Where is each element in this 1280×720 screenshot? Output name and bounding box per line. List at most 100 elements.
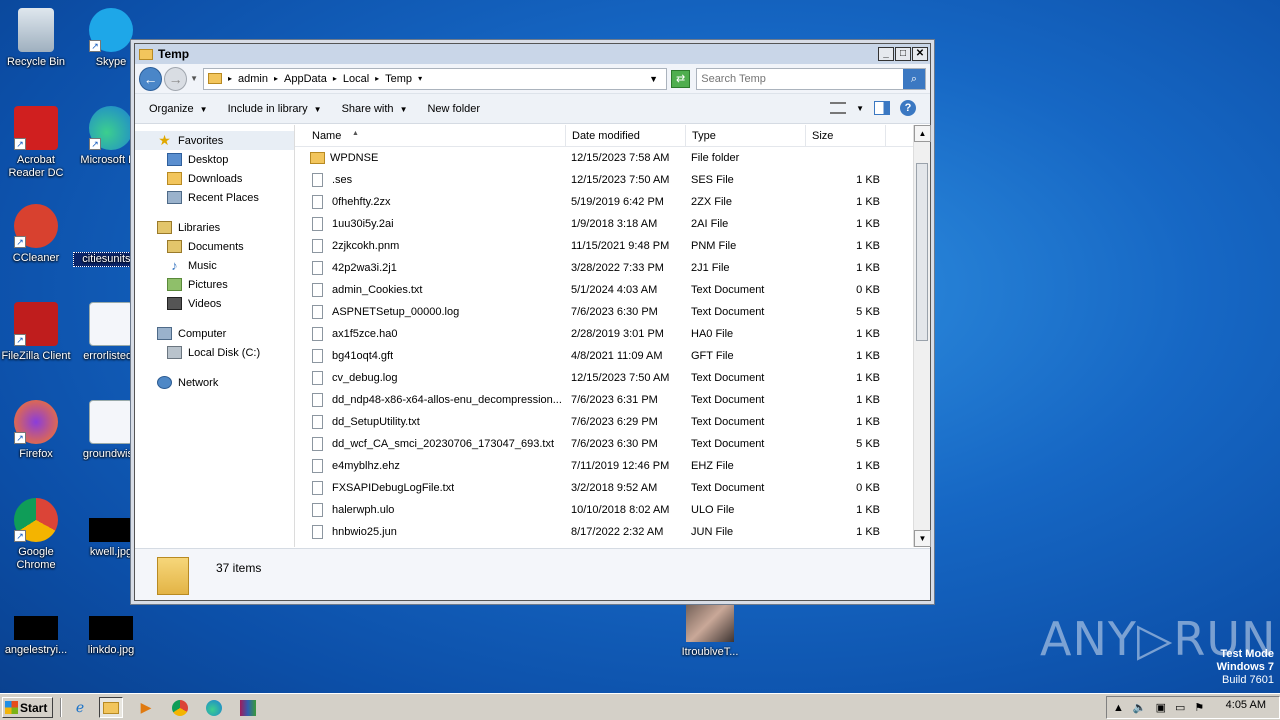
taskbar-explorer-button[interactable]: [99, 697, 123, 718]
maximize-button[interactable]: □: [895, 47, 911, 61]
organize-button[interactable]: Organize ▼: [149, 103, 208, 115]
desktop-icon-chrome[interactable]: ↗ Google Chrome: [0, 498, 74, 572]
network-status-icon[interactable]: ▣: [1156, 701, 1166, 714]
history-dropdown-icon[interactable]: ▼: [190, 74, 198, 83]
file-row[interactable]: halerwph.ulo 10/10/2018 8:02 AM ULO File 1 …: [295, 499, 912, 521]
nav-local-disk[interactable]: Local Disk (C:): [135, 343, 294, 362]
search-button[interactable]: ⌕: [902, 68, 925, 89]
file-row[interactable]: 0fhehfty.2zx 5/19/2019 6:42 PM 2ZX File 1 K…: [295, 191, 912, 213]
nav-downloads[interactable]: Downloads: [135, 169, 294, 188]
scroll-down-button[interactable]: ▼: [914, 530, 931, 547]
file-size: 1 KB: [856, 218, 880, 230]
taskbar-chrome-button[interactable]: [168, 697, 192, 718]
address-dropdown-icon[interactable]: ▼: [649, 74, 658, 84]
breadcrumb-admin[interactable]: admin: [238, 73, 268, 85]
view-dropdown-icon[interactable]: ▼: [856, 104, 864, 113]
preview-pane-icon[interactable]: [874, 101, 890, 115]
scroll-thumb[interactable]: [916, 163, 928, 341]
breadcrumb-chevron-icon[interactable]: ▸: [375, 74, 379, 83]
star-icon: ★: [158, 132, 171, 148]
help-icon[interactable]: ?: [900, 100, 916, 116]
file-row[interactable]: bg41oqt4.gft 4/8/2021 11:09 AM GFT File 1 K…: [295, 345, 912, 367]
folder-row[interactable]: WPDNSE 12/15/2023 7:58 AM File folder: [295, 147, 912, 169]
nav-videos[interactable]: Videos: [135, 294, 294, 313]
desktop-icon-linkdo[interactable]: linkdo.jpg: [73, 596, 149, 657]
search-box[interactable]: ⌕: [696, 67, 926, 90]
scroll-up-button[interactable]: ▲: [914, 125, 931, 142]
nav-label: Music: [188, 259, 217, 272]
desktop-icon-recycle-bin[interactable]: Recycle Bin: [0, 8, 74, 69]
column-header-size[interactable]: Size: [806, 125, 886, 146]
file-row[interactable]: ASPNETSetup_00000.log 7/6/2023 6:30 PM Tex…: [295, 301, 912, 323]
file-row[interactable]: dd_SetupUtility.txt 7/6/2023 6:29 PM Text …: [295, 411, 912, 433]
file-row[interactable]: 2zjkcokh.pnm 11/15/2021 9:48 PM PNM File 1 …: [295, 235, 912, 257]
nav-music[interactable]: ♪ Music: [135, 256, 294, 275]
share-with-button[interactable]: Share with ▼: [342, 103, 408, 115]
file-row[interactable]: ax1f5zce.ha0 2/28/2019 3:01 PM HA0 File 1 K…: [295, 323, 912, 345]
winrar-icon: [240, 699, 256, 716]
file-row[interactable]: FXSAPIDebugLogFile.txt 3/2/2018 9:52 AM Te…: [295, 477, 912, 499]
minimize-button[interactable]: _: [878, 47, 894, 61]
file-row[interactable]: hnbwio25.jun 8/17/2022 2:32 AM JUN File 1 K…: [295, 521, 912, 543]
file-row[interactable]: dd_ndp48-x86-x64-allos-enu_decompression…: [295, 389, 912, 411]
navigation-pane[interactable]: ★ Favorites Desktop Downloads Recent Plac…: [135, 125, 295, 547]
close-button[interactable]: ✕: [912, 47, 928, 61]
show-hidden-icons-icon[interactable]: ▲: [1113, 702, 1124, 714]
file-icon: [312, 327, 323, 341]
breadcrumb-chevron-icon[interactable]: ▾: [418, 74, 422, 83]
column-header-type[interactable]: Type: [686, 125, 806, 146]
breadcrumb[interactable]: ▸ admin ▸ AppData ▸ Local ▸ Temp ▾ ▼: [203, 67, 668, 90]
nav-label: Local Disk (C:): [188, 346, 261, 359]
nav-desktop[interactable]: Desktop: [135, 150, 294, 169]
nav-favorites[interactable]: ★ Favorites: [135, 131, 294, 150]
include-in-library-button[interactable]: Include in library ▼: [228, 103, 322, 115]
desktop-icon-firefox[interactable]: ↗ Firefox: [0, 400, 74, 461]
desktop-icon-itroublvet[interactable]: ItroublveT...: [672, 600, 748, 659]
breadcrumb-chevron-icon[interactable]: ▸: [228, 74, 232, 83]
forward-button[interactable]: →: [164, 66, 188, 91]
file-row[interactable]: 42p2wa3i.2j1 3/28/2022 7:33 PM 2J1 File 1 K…: [295, 257, 912, 279]
nav-recent-places[interactable]: Recent Places: [135, 188, 294, 207]
file-row[interactable]: dd_wcf_CA_smci_20230706_173047_693.txt 7/…: [295, 433, 912, 455]
file-row[interactable]: e4myblhz.ehz 7/11/2019 12:46 PM EHZ File 1 …: [295, 455, 912, 477]
vertical-scrollbar[interactable]: ▲ ▼: [913, 125, 931, 547]
speaker-icon[interactable]: 🔈: [1133, 701, 1147, 714]
desktop-icon-ccleaner[interactable]: ↗ CCleaner: [0, 204, 74, 265]
clock[interactable]: 4:05 AM: [1226, 699, 1266, 711]
taskbar-media-player-button[interactable]: ▶: [134, 697, 158, 718]
change-view-icon[interactable]: [830, 102, 847, 114]
nav-pictures[interactable]: Pictures: [135, 275, 294, 294]
breadcrumb-chevron-icon[interactable]: ▸: [274, 74, 278, 83]
title-bar[interactable]: Temp _ □ ✕: [135, 44, 930, 64]
search-input[interactable]: [697, 72, 908, 85]
column-header-date[interactable]: Date modified: [566, 125, 686, 146]
file-row[interactable]: admin_Cookies.txt 5/1/2024 4:03 AM Text Do…: [295, 279, 912, 301]
nav-documents[interactable]: Documents: [135, 237, 294, 256]
folder-icon: [139, 48, 153, 60]
file-row[interactable]: cv_debug.log 12/15/2023 7:50 AM Text Docum…: [295, 367, 912, 389]
new-folder-button[interactable]: New folder: [427, 103, 480, 115]
action-center-flag-icon[interactable]: ⚑: [1194, 701, 1204, 714]
start-button[interactable]: Start: [2, 697, 53, 718]
file-list[interactable]: ▲ Name Date modified Type Size WPDNSE 12/1…: [295, 125, 931, 547]
desktop-icon-filezilla[interactable]: ↗ FileZilla Client: [0, 302, 74, 363]
taskbar-winrar-button[interactable]: [236, 697, 260, 718]
back-button[interactable]: ←: [139, 66, 163, 91]
breadcrumb-local[interactable]: Local: [343, 73, 369, 85]
nav-network[interactable]: Network: [135, 373, 294, 392]
breadcrumb-temp[interactable]: Temp: [385, 73, 412, 85]
power-icon[interactable]: ▭: [1175, 701, 1185, 714]
file-row[interactable]: .ses 12/15/2023 7:50 AM SES File 1 KB: [295, 169, 912, 191]
column-header-name[interactable]: ▲ Name: [306, 125, 566, 146]
breadcrumb-appdata[interactable]: AppData: [284, 73, 327, 85]
explorer-window[interactable]: Temp _ □ ✕ ← → ▼ ▸ admin ▸ AppData ▸ Loc…: [134, 43, 931, 601]
breadcrumb-chevron-icon[interactable]: ▸: [333, 74, 337, 83]
file-row[interactable]: 1uu30i5y.2ai 1/9/2018 3:18 AM 2AI File 1 KB: [295, 213, 912, 235]
nav-libraries[interactable]: Libraries: [135, 218, 294, 237]
refresh-button[interactable]: ⇄: [671, 69, 691, 88]
desktop-icon-acrobat[interactable]: ↗ Acrobat Reader DC: [0, 106, 74, 180]
taskbar-edge-button[interactable]: [202, 697, 226, 718]
desktop-icon-angelestryi[interactable]: angelestryi...: [0, 596, 74, 657]
taskbar-ie-button[interactable]: ℯ: [68, 697, 92, 718]
nav-computer[interactable]: Computer: [135, 324, 294, 343]
